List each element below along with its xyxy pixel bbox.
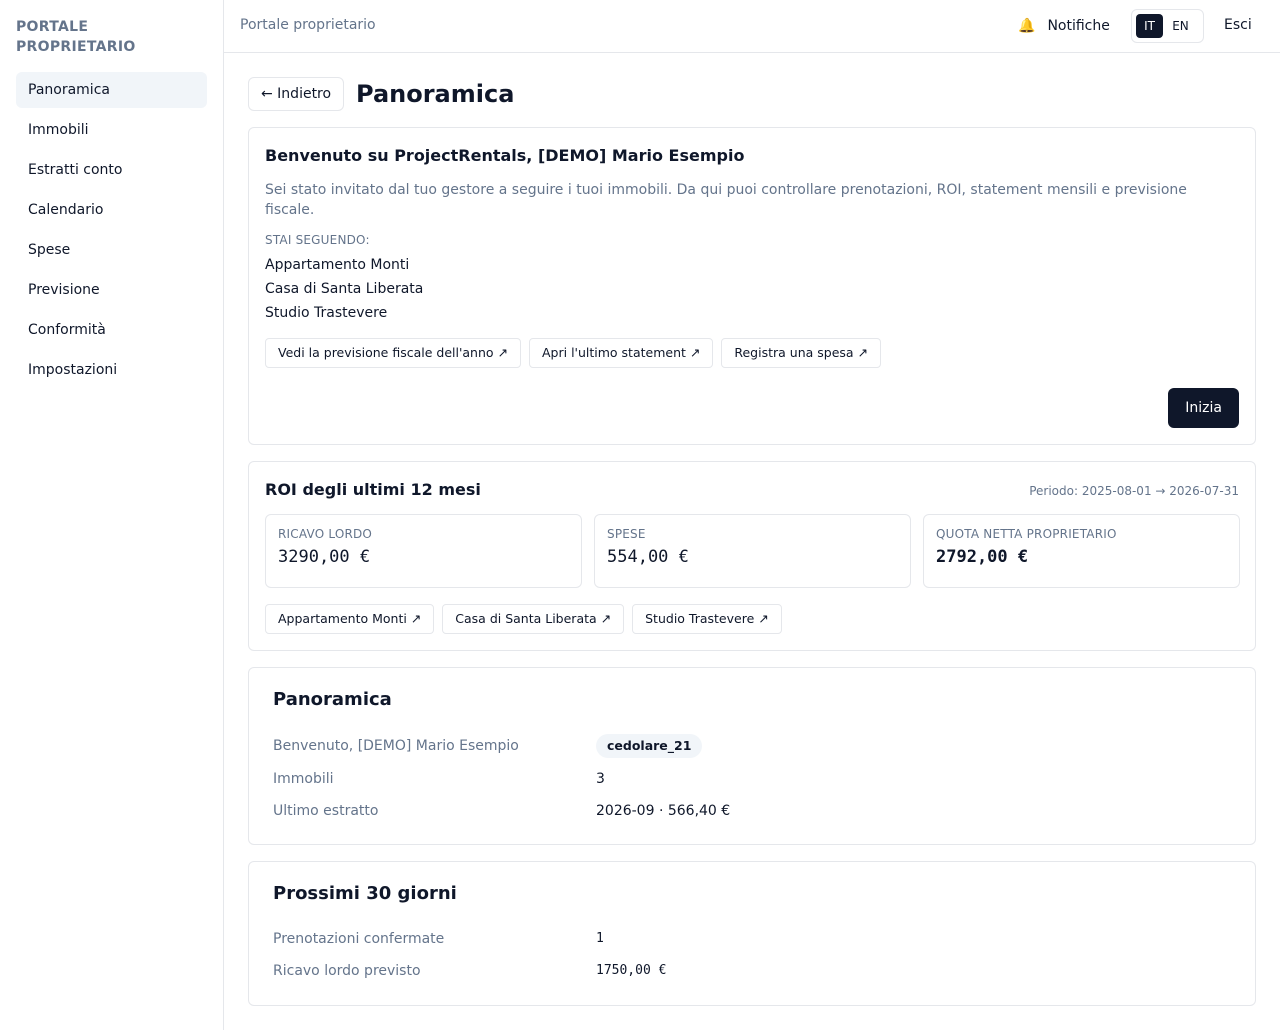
last-statement-value: 2026-09 · 566,40 € bbox=[596, 803, 731, 819]
property-link-trastevere[interactable]: Studio Trastevere ↗ bbox=[632, 604, 782, 634]
roi-title: ROI degli ultimi 12 mesi bbox=[265, 480, 481, 499]
stat-label: SPESE bbox=[607, 527, 646, 541]
roi-stats: RICAVO LORDO 3290,00 € SPESE 554,00 € QU… bbox=[265, 514, 1240, 588]
property-link-santa-liberata[interactable]: Casa di Santa Liberata ↗ bbox=[442, 604, 625, 634]
notifications-button[interactable]: 🔔 Notifiche bbox=[1018, 16, 1110, 36]
confirmed-bookings-value: 1 bbox=[596, 931, 604, 946]
sidebar-item-calendario[interactable]: Calendario bbox=[16, 192, 207, 228]
list-item: Appartamento Monti bbox=[265, 257, 410, 273]
followed-properties-list: Appartamento Monti Casa di Santa Liberat… bbox=[265, 253, 423, 325]
sidebar-item-impostazioni[interactable]: Impostazioni bbox=[16, 352, 207, 388]
logout-button[interactable]: Esci bbox=[1224, 17, 1252, 33]
status-badge: cedolare_21 bbox=[596, 734, 703, 758]
stat-expenses: SPESE 554,00 € bbox=[594, 514, 911, 588]
overview-title: Panoramica bbox=[273, 689, 392, 710]
breadcrumb: Portale proprietario bbox=[240, 17, 376, 33]
tax-forecast-link[interactable]: Vedi la previsione fiscale dell'anno ↗ bbox=[265, 338, 521, 368]
language-switcher: IT EN bbox=[1131, 9, 1204, 43]
welcome-card: Benvenuto su ProjectRentals, [DEMO] Mari… bbox=[248, 127, 1256, 445]
welcome-actions: Vedi la previsione fiscale dell'anno ↗ A… bbox=[265, 338, 882, 368]
stat-label: RICAVO LORDO bbox=[278, 527, 373, 541]
stat-label: QUOTA NETTA PROPRIETARIO bbox=[936, 527, 1117, 541]
sidebar-nav: Panoramica Immobili Estratti conto Calen… bbox=[16, 72, 207, 392]
expected-revenue-label: Ricavo lordo previsto bbox=[273, 963, 421, 979]
roi-property-links: Appartamento Monti ↗ Casa di Santa Liber… bbox=[265, 604, 782, 634]
welcome-title: Benvenuto su ProjectRentals, [DEMO] Mari… bbox=[265, 146, 745, 165]
roi-period: Periodo: 2025-08-01 → 2026-07-31 bbox=[1029, 484, 1239, 498]
overview-row-welcome: Benvenuto, [DEMO] Mario Esempio cedolare… bbox=[273, 734, 1233, 758]
list-item: Casa di Santa Liberata bbox=[265, 281, 424, 297]
back-button[interactable]: ← Indietro bbox=[248, 77, 345, 111]
stat-value: 2792,00 € bbox=[936, 547, 1029, 567]
stat-value: 3290,00 € bbox=[278, 547, 371, 567]
confirmed-bookings-label: Prenotazioni confermate bbox=[273, 931, 445, 947]
stat-value: 554,00 € bbox=[607, 547, 689, 567]
sidebar-item-conformita[interactable]: Conformità bbox=[16, 312, 207, 348]
sidebar-item-panoramica[interactable]: Panoramica bbox=[16, 72, 207, 108]
stat-gross-revenue: RICAVO LORDO 3290,00 € bbox=[265, 514, 582, 588]
tax-regime-value: cedolare_21 bbox=[596, 734, 703, 758]
following-label: STAI SEGUENDO: bbox=[265, 233, 370, 247]
bell-icon: 🔔 bbox=[1018, 18, 1036, 34]
sidebar-item-immobili[interactable]: Immobili bbox=[16, 112, 207, 148]
sidebar-item-spese[interactable]: Spese bbox=[16, 232, 207, 268]
language-it-button[interactable]: IT bbox=[1136, 14, 1163, 38]
brand-title: PORTALE PROPRIETARIO bbox=[16, 19, 136, 55]
overview-welcome-label: Benvenuto, [DEMO] Mario Esempio bbox=[273, 738, 519, 754]
overview-row-last-statement: Ultimo estratto 2026-09 · 566,40 € bbox=[273, 799, 1233, 823]
topbar: Portale proprietario 🔔 Notifiche IT EN E… bbox=[224, 0, 1280, 53]
next-row-revenue: Ricavo lordo previsto 1750,00 € bbox=[273, 959, 1233, 983]
add-expense-link[interactable]: Registra una spesa ↗ bbox=[721, 338, 882, 368]
sidebar-item-estratti-conto[interactable]: Estratti conto bbox=[16, 152, 207, 188]
overview-card: Panoramica Benvenuto, [DEMO] Mario Esemp… bbox=[248, 667, 1256, 845]
property-link-monti[interactable]: Appartamento Monti ↗ bbox=[265, 604, 435, 634]
sidebar: PORTALE PROPRIETARIO Panoramica Immobili… bbox=[0, 0, 224, 1030]
welcome-description: Sei stato invitato dal tuo gestore a seg… bbox=[265, 182, 1187, 218]
start-button[interactable]: Inizia bbox=[1168, 388, 1239, 428]
roi-card: ROI degli ultimi 12 mesi Periodo: 2025-0… bbox=[248, 461, 1256, 651]
next-30-days-title: Prossimi 30 giorni bbox=[273, 883, 457, 904]
notifications-label: Notifiche bbox=[1047, 18, 1110, 34]
stat-net-owner-share: QUOTA NETTA PROPRIETARIO 2792,00 € bbox=[923, 514, 1240, 588]
page-title: Panoramica bbox=[356, 80, 515, 108]
next-row-confirmed: Prenotazioni confermate 1 bbox=[273, 927, 1233, 951]
expected-revenue-value: 1750,00 € bbox=[596, 963, 667, 978]
properties-count: 3 bbox=[596, 771, 605, 787]
last-statement-link[interactable]: Apri l'ultimo statement ↗ bbox=[529, 338, 714, 368]
last-statement-label: Ultimo estratto bbox=[273, 803, 379, 819]
next-30-days-card: Prossimi 30 giorni Prenotazioni conferma… bbox=[248, 861, 1256, 1006]
overview-row-properties: Immobili 3 bbox=[273, 767, 1233, 791]
language-en-button[interactable]: EN bbox=[1167, 14, 1194, 38]
sidebar-item-previsione[interactable]: Previsione bbox=[16, 272, 207, 308]
properties-label: Immobili bbox=[273, 771, 334, 787]
list-item: Studio Trastevere bbox=[265, 305, 388, 321]
